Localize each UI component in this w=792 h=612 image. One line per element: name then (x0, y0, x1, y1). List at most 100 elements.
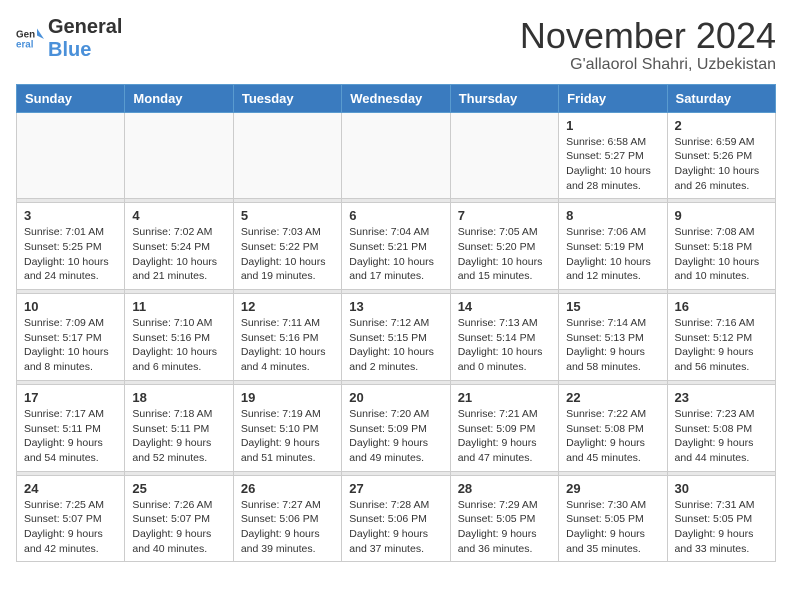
calendar-cell: 1 Sunrise: 6:58 AM Sunset: 5:27 PM Daylig… (559, 112, 667, 199)
day-number: 9 (675, 208, 768, 223)
location-title: G'allaorol Shahri, Uzbekistan (520, 56, 776, 74)
calendar-cell: 13 Sunrise: 7:12 AM Sunset: 5:15 PM Dayli… (342, 294, 450, 381)
calendar-cell: 20 Sunrise: 7:20 AM Sunset: 5:09 PM Dayli… (342, 384, 450, 471)
day-number: 29 (566, 481, 659, 496)
calendar-cell: 24 Sunrise: 7:25 AM Sunset: 5:07 PM Dayli… (17, 475, 125, 562)
day-info: Sunrise: 7:30 AM Sunset: 5:05 PM Dayligh… (566, 498, 659, 557)
calendar-cell: 17Sunrise: 7:17 AM Sunset: 5:11 PM Dayli… (17, 384, 125, 471)
calendar-cell: 23Sunrise: 7:23 AM Sunset: 5:08 PM Dayli… (667, 384, 775, 471)
day-number: 15 (566, 299, 659, 314)
day-number: 22 (566, 390, 659, 405)
calendar-cell (17, 112, 125, 199)
calendar-cell: 26 Sunrise: 7:27 AM Sunset: 5:06 PM Dayli… (233, 475, 341, 562)
day-info: Sunrise: 7:19 AM Sunset: 5:10 PM Dayligh… (241, 407, 334, 466)
calendar-week-row: 10 Sunrise: 7:09 AM Sunset: 5:17 PM Dayli… (17, 294, 776, 381)
day-info: Sunrise: 7:31 AM Sunset: 5:05 PM Dayligh… (675, 498, 768, 557)
day-number: 16 (675, 299, 768, 314)
day-number: 26 (241, 481, 334, 496)
day-number: 2 (675, 118, 768, 133)
day-number: 7 (458, 208, 551, 223)
day-info: Sunrise: 7:09 AM Sunset: 5:17 PM Dayligh… (24, 316, 117, 375)
logo-icon: Gen eral (16, 25, 44, 53)
day-info: Sunrise: 7:03 AM Sunset: 5:22 PM Dayligh… (241, 225, 334, 284)
day-number: 3 (24, 208, 117, 223)
month-title: November 2024 (520, 16, 776, 56)
day-number: 23 (675, 390, 768, 405)
day-info: Sunrise: 7:01 AM Sunset: 5:25 PM Dayligh… (24, 225, 117, 284)
calendar-cell: 21 Sunrise: 7:21 AM Sunset: 5:09 PM Dayli… (450, 384, 558, 471)
day-info: Sunrise: 7:26 AM Sunset: 5:07 PM Dayligh… (132, 498, 225, 557)
weekday-header-sunday: Sunday (17, 84, 125, 112)
calendar-cell: 3 Sunrise: 7:01 AM Sunset: 5:25 PM Daylig… (17, 203, 125, 290)
day-info: Sunrise: 7:25 AM Sunset: 5:07 PM Dayligh… (24, 498, 117, 557)
calendar-cell: 28Sunrise: 7:29 AM Sunset: 5:05 PM Dayli… (450, 475, 558, 562)
calendar-header-row: SundayMondayTuesdayWednesdayThursdayFrid… (17, 84, 776, 112)
day-info: Sunrise: 7:16 AM Sunset: 5:12 PM Dayligh… (675, 316, 768, 375)
day-number: 27 (349, 481, 442, 496)
calendar-cell: 18Sunrise: 7:18 AM Sunset: 5:11 PM Dayli… (125, 384, 233, 471)
day-number: 10 (24, 299, 117, 314)
weekday-header-tuesday: Tuesday (233, 84, 341, 112)
calendar-cell: 25 Sunrise: 7:26 AM Sunset: 5:07 PM Dayli… (125, 475, 233, 562)
day-number: 5 (241, 208, 334, 223)
day-number: 20 (349, 390, 442, 405)
day-number: 30 (675, 481, 768, 496)
day-info: Sunrise: 7:02 AM Sunset: 5:24 PM Dayligh… (132, 225, 225, 284)
day-info: Sunrise: 7:11 AM Sunset: 5:16 PM Dayligh… (241, 316, 334, 375)
calendar-cell: 6 Sunrise: 7:04 AM Sunset: 5:21 PM Daylig… (342, 203, 450, 290)
day-number: 24 (24, 481, 117, 496)
day-number: 4 (132, 208, 225, 223)
calendar-cell: 5 Sunrise: 7:03 AM Sunset: 5:22 PM Daylig… (233, 203, 341, 290)
weekday-header-thursday: Thursday (450, 84, 558, 112)
calendar-cell: 9 Sunrise: 7:08 AM Sunset: 5:18 PM Daylig… (667, 203, 775, 290)
calendar-week-row: 24 Sunrise: 7:25 AM Sunset: 5:07 PM Dayli… (17, 475, 776, 562)
calendar-cell (233, 112, 341, 199)
day-info: Sunrise: 7:20 AM Sunset: 5:09 PM Dayligh… (349, 407, 442, 466)
day-number: 6 (349, 208, 442, 223)
day-info: Sunrise: 7:18 AM Sunset: 5:11 PM Dayligh… (132, 407, 225, 466)
calendar-cell: 27Sunrise: 7:28 AM Sunset: 5:06 PM Dayli… (342, 475, 450, 562)
calendar-cell: 29 Sunrise: 7:30 AM Sunset: 5:05 PM Dayli… (559, 475, 667, 562)
calendar-table: SundayMondayTuesdayWednesdayThursdayFrid… (16, 84, 776, 563)
weekday-header-friday: Friday (559, 84, 667, 112)
day-number: 14 (458, 299, 551, 314)
logo-text: General Blue (48, 16, 122, 62)
calendar-week-row: 1 Sunrise: 6:58 AM Sunset: 5:27 PM Daylig… (17, 112, 776, 199)
calendar-cell (125, 112, 233, 199)
day-info: Sunrise: 7:21 AM Sunset: 5:09 PM Dayligh… (458, 407, 551, 466)
calendar-cell: 14 Sunrise: 7:13 AM Sunset: 5:14 PM Dayli… (450, 294, 558, 381)
calendar-cell: 2 Sunrise: 6:59 AM Sunset: 5:26 PM Daylig… (667, 112, 775, 199)
day-info: Sunrise: 6:59 AM Sunset: 5:26 PM Dayligh… (675, 135, 768, 194)
day-number: 1 (566, 118, 659, 133)
calendar-cell: 16 Sunrise: 7:16 AM Sunset: 5:12 PM Dayli… (667, 294, 775, 381)
day-info: Sunrise: 7:27 AM Sunset: 5:06 PM Dayligh… (241, 498, 334, 557)
day-info: Sunrise: 7:13 AM Sunset: 5:14 PM Dayligh… (458, 316, 551, 375)
day-info: Sunrise: 6:58 AM Sunset: 5:27 PM Dayligh… (566, 135, 659, 194)
calendar-cell: 30 Sunrise: 7:31 AM Sunset: 5:05 PM Dayli… (667, 475, 775, 562)
page-header: Gen eral General Blue November 2024 G'al… (16, 16, 776, 74)
day-number: 8 (566, 208, 659, 223)
day-info: Sunrise: 7:12 AM Sunset: 5:15 PM Dayligh… (349, 316, 442, 375)
day-info: Sunrise: 7:04 AM Sunset: 5:21 PM Dayligh… (349, 225, 442, 284)
day-number: 13 (349, 299, 442, 314)
day-info: Sunrise: 7:29 AM Sunset: 5:05 PM Dayligh… (458, 498, 551, 557)
calendar-week-row: 17Sunrise: 7:17 AM Sunset: 5:11 PM Dayli… (17, 384, 776, 471)
calendar-cell: 15Sunrise: 7:14 AM Sunset: 5:13 PM Dayli… (559, 294, 667, 381)
day-number: 11 (132, 299, 225, 314)
day-number: 19 (241, 390, 334, 405)
calendar-cell: 8 Sunrise: 7:06 AM Sunset: 5:19 PM Daylig… (559, 203, 667, 290)
calendar-cell (342, 112, 450, 199)
weekday-header-wednesday: Wednesday (342, 84, 450, 112)
calendar-cell (450, 112, 558, 199)
day-number: 25 (132, 481, 225, 496)
day-info: Sunrise: 7:22 AM Sunset: 5:08 PM Dayligh… (566, 407, 659, 466)
day-info: Sunrise: 7:05 AM Sunset: 5:20 PM Dayligh… (458, 225, 551, 284)
calendar-cell: 12Sunrise: 7:11 AM Sunset: 5:16 PM Dayli… (233, 294, 341, 381)
weekday-header-saturday: Saturday (667, 84, 775, 112)
day-number: 21 (458, 390, 551, 405)
day-info: Sunrise: 7:06 AM Sunset: 5:19 PM Dayligh… (566, 225, 659, 284)
calendar-cell: 22 Sunrise: 7:22 AM Sunset: 5:08 PM Dayli… (559, 384, 667, 471)
calendar-cell: 19 Sunrise: 7:19 AM Sunset: 5:10 PM Dayli… (233, 384, 341, 471)
calendar-cell: 10 Sunrise: 7:09 AM Sunset: 5:17 PM Dayli… (17, 294, 125, 381)
day-info: Sunrise: 7:08 AM Sunset: 5:18 PM Dayligh… (675, 225, 768, 284)
